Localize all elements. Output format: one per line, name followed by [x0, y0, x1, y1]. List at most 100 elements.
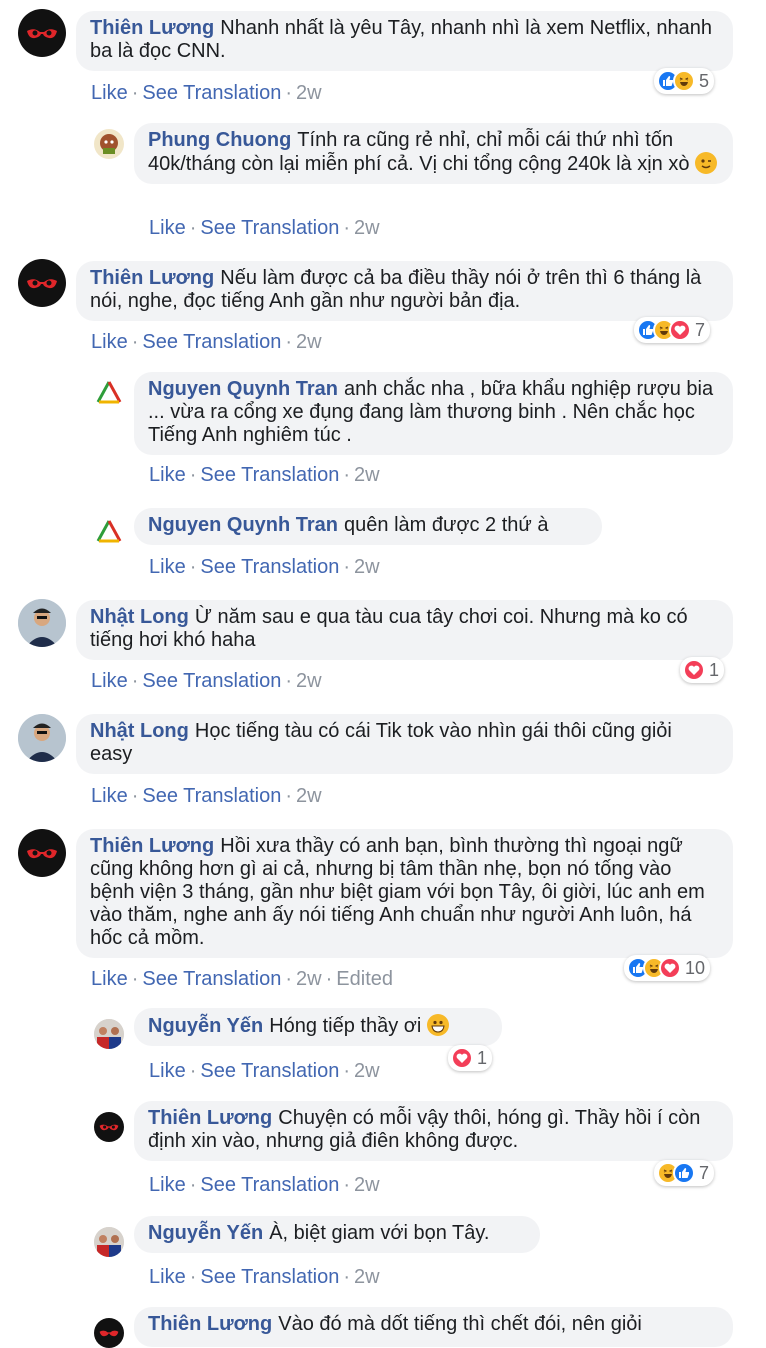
comment-author[interactable]: Nguyen Quynh Tran: [148, 514, 338, 536]
like-button[interactable]: Like: [91, 968, 128, 990]
comment-actions: Like · See Translation · 2w: [149, 217, 380, 239]
avatar[interactable]: [18, 829, 66, 877]
comment-text: Hóng tiếp thầy ơi: [269, 1015, 422, 1037]
comment-author[interactable]: Thiên Lương: [90, 267, 214, 289]
like-button[interactable]: Like: [149, 217, 186, 239]
comment-text: Vào đó mà dốt tiếng thì chết đói, nên gi…: [278, 1313, 642, 1335]
like-button[interactable]: Like: [91, 331, 128, 353]
see-translation-link[interactable]: See Translation: [142, 670, 281, 692]
love-reaction-icon: [669, 319, 691, 341]
cartoon-avatar-icon: [100, 134, 118, 154]
timestamp[interactable]: 2w: [296, 670, 322, 692]
group-photo-icon: [94, 1227, 124, 1257]
avatar[interactable]: [94, 378, 124, 408]
avatar[interactable]: [94, 1318, 124, 1348]
reaction-count: 5: [699, 70, 710, 91]
like-button[interactable]: Like: [149, 1266, 186, 1288]
avatar[interactable]: [94, 517, 124, 547]
timestamp[interactable]: 2w: [296, 785, 322, 807]
group-photo-icon: [94, 1019, 124, 1049]
comment-actions: Like · See Translation · 2w: [149, 1060, 380, 1082]
timestamp[interactable]: 2w: [354, 1266, 380, 1288]
comment-bubble: Nhật Long Ừ năm sau e qua tàu cua tây chơ…: [76, 600, 733, 660]
like-button[interactable]: Like: [149, 1174, 186, 1196]
timestamp[interactable]: 2w: [354, 464, 380, 486]
avatar[interactable]: [94, 129, 124, 159]
comment-author[interactable]: Thiên Lương: [148, 1107, 272, 1129]
reaction-summary[interactable]: 1: [680, 657, 725, 683]
like-button[interactable]: Like: [149, 1060, 186, 1082]
comment-author[interactable]: Nhật Long: [90, 606, 189, 628]
comment-bubble: Nguyen Quynh Tran quên làm được 2 thứ à: [134, 508, 602, 545]
see-translation-link[interactable]: See Translation: [200, 556, 339, 578]
timestamp[interactable]: 2w: [354, 1060, 380, 1082]
reaction-count: 1: [477, 1047, 488, 1068]
comment-author[interactable]: Thiên Lương: [90, 835, 214, 857]
see-translation-link[interactable]: See Translation: [142, 331, 281, 353]
comment-actions: Like · See Translation · 2w · Edited: [91, 968, 393, 990]
see-translation-link[interactable]: See Translation: [142, 968, 281, 990]
comment-bubble: Nhật Long Học tiếng tàu có cái Tik tok và…: [76, 714, 733, 774]
avatar[interactable]: [94, 1019, 124, 1049]
see-translation-link[interactable]: See Translation: [200, 1266, 339, 1288]
comment-bubble: Nguyễn Yến Hóng tiếp thầy ơi: [134, 1008, 502, 1046]
timestamp[interactable]: 2w: [354, 217, 380, 239]
see-translation-link[interactable]: See Translation: [200, 1060, 339, 1082]
comment-actions: Like · See Translation · 2w: [149, 464, 380, 486]
comment-bubble: Thiên Lương Nhanh nhất là yêu Tây, nhanh …: [76, 11, 733, 71]
comment-actions: Like · See Translation · 2w: [149, 1174, 380, 1196]
see-translation-link[interactable]: See Translation: [200, 1174, 339, 1196]
see-translation-link[interactable]: See Translation: [200, 217, 339, 239]
reaction-summary[interactable]: 1: [448, 1045, 493, 1071]
see-translation-link[interactable]: See Translation: [142, 785, 281, 807]
like-reaction-icon: [673, 1162, 695, 1184]
comment-actions: Like · See Translation · 2w: [149, 1266, 380, 1288]
comment-author[interactable]: Nguyễn Yến: [148, 1015, 263, 1037]
comment-author[interactable]: Nguyễn Yến: [148, 1222, 263, 1244]
timestamp[interactable]: 2w: [296, 331, 322, 353]
comment-author[interactable]: Nguyen Quynh Tran: [148, 378, 338, 400]
grin-emoji-icon: [426, 1014, 449, 1036]
timestamp[interactable]: 2w: [354, 556, 380, 578]
reaction-summary[interactable]: 7: [654, 1160, 715, 1186]
see-translation-link[interactable]: See Translation: [200, 464, 339, 486]
avatar[interactable]: [94, 1227, 124, 1257]
avatar[interactable]: [18, 599, 66, 647]
reaction-count: 1: [709, 659, 720, 680]
avatar[interactable]: [18, 9, 66, 57]
reaction-count: 7: [699, 1162, 710, 1183]
like-button[interactable]: Like: [91, 670, 128, 692]
like-button[interactable]: Like: [149, 464, 186, 486]
red-glasses-icon: [27, 29, 57, 39]
timestamp[interactable]: 2w: [354, 1174, 380, 1196]
avatar[interactable]: [18, 259, 66, 307]
edited-label[interactable]: Edited: [336, 968, 393, 990]
avatar[interactable]: [18, 714, 66, 762]
person-photo-icon: [18, 714, 66, 762]
comment-actions: Like · See Translation · 2w: [149, 556, 380, 578]
comment-bubble: Thiên Lương Chuyện có mỗi vậy thôi, hóng …: [134, 1101, 733, 1161]
timestamp[interactable]: 2w: [296, 82, 322, 104]
person-photo-icon: [18, 599, 66, 647]
comment-bubble: Thiên Lương Nếu làm được cả ba điều thầy …: [76, 261, 733, 321]
comment-author[interactable]: Thiên Lương: [90, 17, 214, 39]
reaction-summary[interactable]: 7: [634, 317, 711, 343]
comment-bubble: Thiên Lương Vào đó mà dốt tiếng thì chết …: [134, 1307, 733, 1347]
avatar[interactable]: [94, 1112, 124, 1142]
like-button[interactable]: Like: [91, 82, 128, 104]
see-translation-link[interactable]: See Translation: [142, 82, 281, 104]
like-button[interactable]: Like: [91, 785, 128, 807]
reaction-summary[interactable]: 10: [624, 955, 711, 981]
comment-author[interactable]: Thiên Lương: [148, 1313, 272, 1335]
love-reaction-icon: [683, 659, 705, 681]
red-glasses-icon: [27, 279, 57, 289]
reaction-summary[interactable]: 5: [654, 68, 715, 94]
timestamp[interactable]: 2w: [296, 968, 322, 990]
comment-author[interactable]: Nhật Long: [90, 720, 189, 742]
like-button[interactable]: Like: [149, 556, 186, 578]
comment-text: À, biệt giam với bọn Tây.: [269, 1222, 490, 1244]
comment-author[interactable]: Phung Chuong: [148, 129, 291, 151]
comment-bubble: Thiên Lương Hồi xưa thầy có anh bạn, bình…: [76, 829, 733, 958]
comment-actions: Like · See Translation · 2w: [91, 670, 322, 692]
red-glasses-icon: [99, 1330, 119, 1337]
